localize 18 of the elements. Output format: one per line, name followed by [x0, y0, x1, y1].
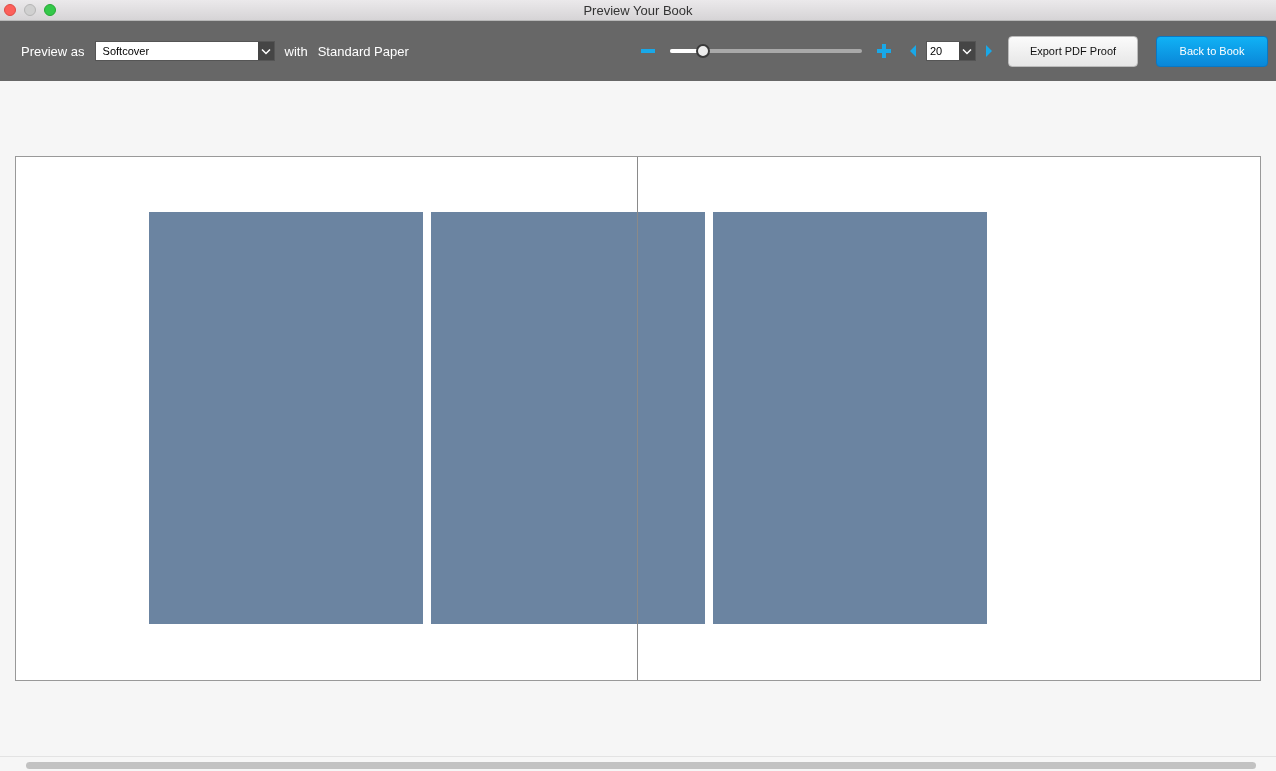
paper-label: Standard Paper — [317, 43, 409, 59]
close-button[interactable] — [4, 4, 16, 16]
caret-icon[interactable] — [260, 47, 271, 55]
with-label: with — [284, 43, 308, 59]
caret-icon[interactable] — [962, 47, 972, 55]
slider-thumb[interactable] — [695, 44, 710, 58]
scrollbar[interactable] — [26, 762, 1256, 769]
format-dropdown[interactable]: Softcover — [94, 41, 275, 61]
window-title: Preview Your Book — [583, 2, 693, 18]
page-field[interactable]: 20 — [926, 41, 976, 61]
preview-label: Preview as — [21, 43, 85, 59]
zoom-in-icon[interactable] — [876, 43, 892, 59]
zoom-slider[interactable] — [670, 44, 862, 58]
zoom-button[interactable] — [44, 4, 56, 16]
export-button[interactable]: Export PDF Proof — [1008, 35, 1138, 67]
next-page-icon[interactable] — [984, 44, 994, 58]
previous-page-icon[interactable] — [908, 44, 918, 58]
minimize-button[interactable] — [24, 4, 36, 16]
